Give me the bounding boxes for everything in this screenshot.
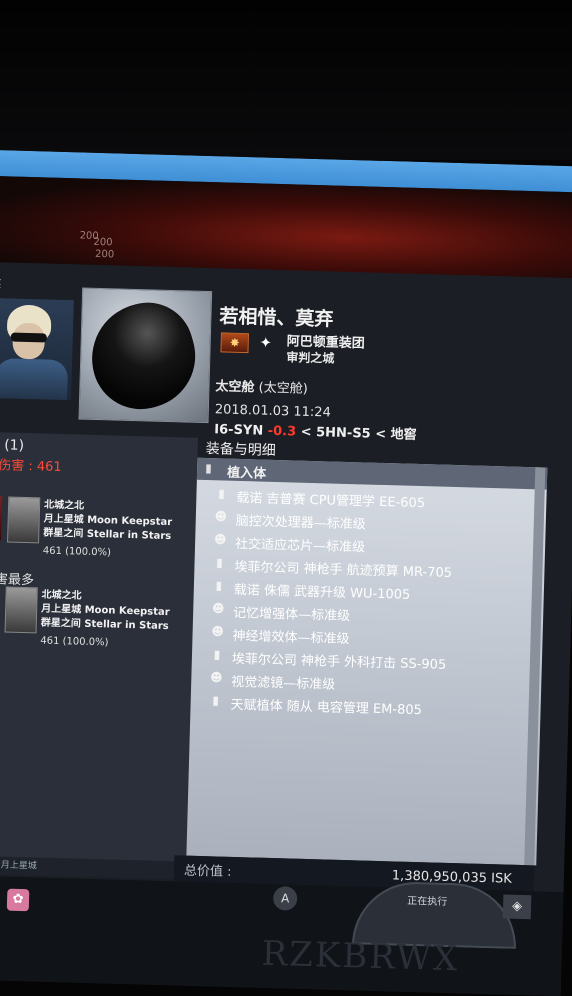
item-name: 脑控次处理器—标准级 [235, 513, 366, 533]
attackers-title: 者 (1) [0, 437, 25, 454]
item-name: 视觉滤镜—标准级 [231, 674, 336, 693]
kill-report-banner: 200 200 200 [0, 175, 572, 279]
left-edge-label: ^ 奖告 [0, 262, 1, 306]
implant-icon: ▮ [212, 693, 220, 708]
attacker-damage: 461 (100.0%) [40, 635, 109, 649]
item-name: 天赋植体 随从 电容管理 EM-805 [230, 697, 423, 719]
banner-number: 200 [94, 248, 115, 261]
attacker-row[interactable]: 北城之北 月上星城 Moon Keepstar 群星之间 Stellar in … [0, 494, 196, 564]
banner-number: 200 [93, 236, 113, 249]
attacker-ship-icon[interactable] [7, 496, 41, 544]
victim-ship-name: 太空舱 (太空舱) [215, 375, 308, 397]
item-name: 神经增效体—标准级 [232, 628, 350, 648]
victim-portrait[interactable] [0, 298, 74, 401]
flower-icon[interactable]: ✿ [6, 888, 30, 912]
cube-icon[interactable]: ◈ [502, 894, 532, 920]
implant-icon: ▮ [205, 461, 213, 476]
skull-icon: ☻ [209, 670, 223, 685]
caret-icon: ^ [0, 262, 1, 275]
attacker-damage: 461 (100.0%) [42, 545, 112, 559]
separator: < [300, 424, 312, 440]
attacker-alliance[interactable]: 群星之间 Stellar in Stars [41, 613, 169, 632]
victim-name[interactable]: 若相惜、莫弃 [219, 301, 334, 331]
skull-icon: ☻ [214, 509, 228, 524]
separator: < [375, 426, 387, 443]
hq-info-text: 总部 : 月上星城 [0, 860, 37, 872]
attacker-ship-icon[interactable] [4, 586, 38, 634]
attacker-portrait[interactable] [0, 495, 3, 541]
system-name[interactable]: I6-SYN [214, 422, 263, 438]
total-value-label: 总价值 : [183, 863, 232, 880]
group-label: 植入体 [226, 465, 267, 482]
item-name: 社交适应芯片—标准级 [234, 536, 366, 556]
skull-icon: ☻ [211, 624, 225, 639]
implant-icon: ▮ [215, 578, 223, 593]
constellation-name[interactable]: 5HN-S5 [316, 425, 371, 442]
fitting-title: 装备与明细 [205, 441, 276, 459]
implant-icon: ▮ [217, 486, 225, 501]
background-room [0, 0, 572, 160]
attacker-alliance[interactable]: 群星之间 Stellar in Stars [43, 524, 171, 543]
alliance-logo-icon[interactable]: ✦ [252, 333, 278, 352]
portrait-glasses [10, 332, 47, 343]
corp-logo-icon[interactable]: ✸ [220, 332, 249, 354]
ship-name[interactable]: 太空舱 [215, 379, 254, 395]
item-name: 载诺 吉普赛 CPU管理学 EE-605 [236, 490, 426, 512]
attacker-row[interactable]: 北城之北 月上星城 Moon Keepstar 群星之间 Stellar in … [0, 584, 194, 654]
item-name: 记忆增强体—标准级 [232, 605, 351, 625]
capsule-icon [78, 291, 208, 421]
total-damage: 明伤害 : 461 [0, 457, 62, 476]
game-window: 200 200 200 ^ 奖告 若相惜、莫弃 ✸ ✦ 阿巴顿重装团 审判之城 … [0, 150, 572, 996]
background-lettering: RZKBRWX [261, 933, 460, 980]
victim-alliance[interactable]: 审判之城 [286, 348, 334, 366]
victim-ship-image[interactable] [78, 287, 213, 424]
implant-icon: ▮ [213, 647, 221, 662]
security-status: -0.3 [267, 423, 297, 440]
implant-icon: ▮ [216, 555, 224, 570]
item-name: 载诺 侏儒 武器升级 WU-1005 [233, 582, 411, 603]
dial-text: 正在执行 [407, 895, 448, 908]
skull-icon: ☻ [213, 532, 227, 547]
region-name[interactable]: 地窖 [390, 427, 416, 443]
skull-icon: ☻ [211, 601, 225, 616]
ship-type: (太空舱) [258, 380, 308, 397]
portrait-body [0, 358, 69, 401]
